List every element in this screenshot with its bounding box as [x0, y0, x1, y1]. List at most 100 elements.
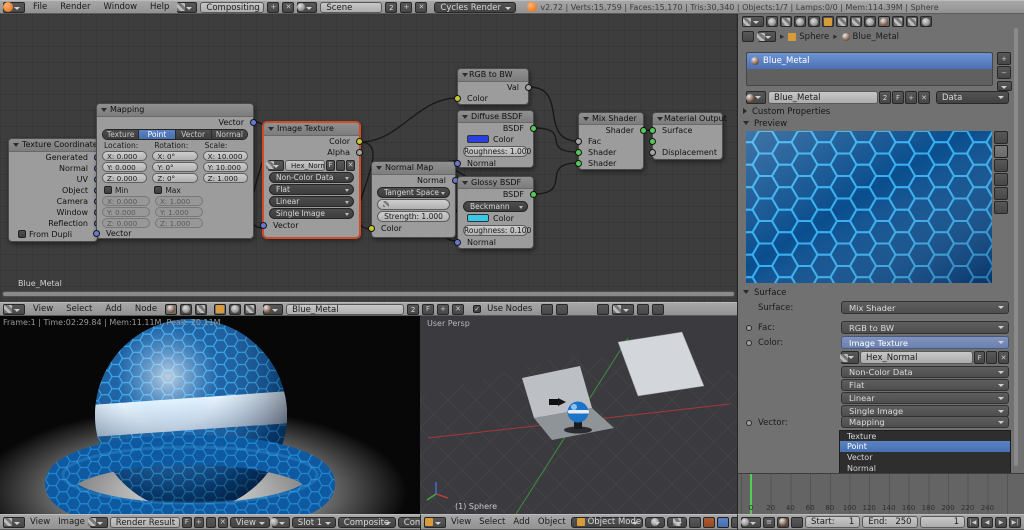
- slot-specials-button[interactable]: [997, 81, 1012, 91]
- snap-mode-button[interactable]: [612, 303, 635, 315]
- manipulator-translate-button[interactable]: [702, 516, 715, 528]
- properties-vscrollbar[interactable]: [1014, 28, 1018, 466]
- source-select[interactable]: Single Image: [269, 208, 354, 219]
- add-slot-button[interactable]: +: [997, 52, 1011, 65]
- socket-fac-in[interactable]: [575, 138, 582, 145]
- socket-val-out[interactable]: [525, 84, 532, 91]
- tab-world-icon[interactable]: [808, 16, 820, 27]
- tab-render-icon[interactable]: [766, 16, 778, 27]
- strength-slider[interactable]: Strength: 1.000: [377, 211, 450, 222]
- uv-map-field[interactable]: [377, 199, 450, 210]
- rotation-z-field[interactable]: Z: 0°: [152, 173, 198, 183]
- tab-data-icon[interactable]: [864, 16, 876, 27]
- image-name-field[interactable]: Hex_Normal: [285, 159, 325, 171]
- diffuse-roughness-slider[interactable]: Roughness: 1.000: [463, 146, 531, 157]
- glossy-roughness-slider[interactable]: Roughness: 0.100: [463, 225, 531, 236]
- pack-image-button[interactable]: [986, 351, 997, 364]
- menu-add[interactable]: Add: [510, 517, 532, 527]
- socket-surface-in[interactable]: [649, 127, 656, 134]
- menu-node[interactable]: Node: [130, 304, 162, 314]
- socket-bsdf-out[interactable]: [530, 191, 537, 198]
- play-button[interactable]: ▶: [995, 516, 1007, 528]
- mode-select[interactable]: Object Mode: [570, 516, 643, 528]
- node-title[interactable]: Material Output: [653, 113, 727, 125]
- material-name-field[interactable]: Blue_Metal: [768, 91, 878, 104]
- min-z-field[interactable]: Z: 0.000: [102, 218, 150, 228]
- preview-monkey-button[interactable]: [994, 173, 1008, 186]
- unlink-image-button[interactable]: ✕: [998, 351, 1009, 364]
- breadcrumb-material[interactable]: Blue_Metal: [841, 32, 899, 42]
- tab-physics-icon[interactable]: [920, 16, 932, 27]
- material-fake-user-button[interactable]: F: [892, 91, 904, 104]
- material-users-count[interactable]: 2: [407, 303, 420, 315]
- render-engine-select[interactable]: Cycles Render: [434, 1, 517, 13]
- slot-select[interactable]: Slot 1: [291, 516, 336, 528]
- copy-nodes-button[interactable]: [637, 303, 650, 315]
- shading-select[interactable]: [644, 516, 665, 528]
- menu-render[interactable]: Render: [55, 2, 95, 12]
- max-y-field[interactable]: Y: 1.000: [155, 207, 203, 217]
- node-editor-hscrollbar[interactable]: [2, 291, 735, 297]
- scale-y-field[interactable]: Y: 10.000: [202, 162, 248, 172]
- socket-color-in[interactable]: [368, 225, 375, 232]
- unlink-image-button[interactable]: ✕: [346, 159, 355, 171]
- socket-normal-in[interactable]: [454, 160, 461, 167]
- projection-select[interactable]: Flat: [269, 184, 354, 195]
- pin-node-tree-button[interactable]: [541, 303, 554, 315]
- socket-color-out[interactable]: [356, 138, 363, 145]
- unlink-image-button[interactable]: ✕: [217, 516, 228, 528]
- surface-shader-select[interactable]: Mix Shader: [841, 301, 1009, 314]
- material-link-select[interactable]: Data: [936, 91, 1009, 104]
- socket-vector-in[interactable]: [93, 230, 100, 237]
- fake-user-button[interactable]: F: [326, 159, 335, 171]
- open-image-button[interactable]: [205, 516, 216, 528]
- socket-bsdf-out[interactable]: [530, 125, 537, 132]
- menu-view[interactable]: View: [28, 304, 58, 314]
- context-path-button[interactable]: [756, 31, 776, 42]
- shader-type-lamp-button[interactable]: [195, 303, 208, 315]
- node-image-texture[interactable]: Image Texture Color Alpha Hex_Normal F ✕…: [260, 122, 363, 238]
- tab-texture-icon[interactable]: [892, 16, 904, 27]
- tab-scene-icon[interactable]: [794, 16, 806, 27]
- vector-input-select[interactable]: Mapping: [841, 416, 1009, 428]
- line-style-button[interactable]: [244, 303, 257, 315]
- vector-option-vector[interactable]: Vector: [839, 452, 1011, 463]
- mapping-type-texture[interactable]: Texture: [103, 130, 140, 139]
- material-name-field[interactable]: Blue_Metal: [286, 303, 405, 315]
- app-menu-button[interactable]: [2, 1, 25, 13]
- diffuse-color-swatch[interactable]: [467, 135, 489, 143]
- node-mapping[interactable]: Mapping Vector Texture Point Vector Norm…: [93, 103, 257, 239]
- node-normal-map[interactable]: Normal Map Normal Tangent Space Strength…: [368, 161, 459, 238]
- parent-node-tree-button[interactable]: [556, 303, 569, 315]
- editor-type-button[interactable]: [742, 16, 764, 27]
- slot-filter-button[interactable]: [214, 303, 227, 315]
- editor-type-button[interactable]: [424, 516, 446, 528]
- menu-window[interactable]: Window: [99, 2, 143, 12]
- vector-option-point[interactable]: Point: [839, 441, 1011, 452]
- socket-shader1-in[interactable]: [575, 149, 582, 156]
- preview-flat-button[interactable]: [994, 131, 1008, 144]
- preview-section-header[interactable]: Preview: [743, 119, 787, 129]
- max-z-field[interactable]: Z: 1.000: [155, 218, 203, 228]
- color-input-select[interactable]: Image Texture: [841, 336, 1009, 349]
- editor-type-button[interactable]: [3, 303, 25, 315]
- pass-select[interactable]: Combined: [397, 516, 420, 528]
- tab-constraints-icon[interactable]: [836, 16, 848, 27]
- socket-shader2-in[interactable]: [575, 160, 582, 167]
- color-space-select[interactable]: Non-Color Data: [841, 366, 1009, 378]
- min-checkbox[interactable]: [104, 186, 112, 194]
- paste-nodes-button[interactable]: [652, 303, 665, 315]
- editor-type-button[interactable]: [3, 516, 25, 528]
- view-mode-select[interactable]: View: [229, 516, 270, 528]
- tab-particles-icon[interactable]: [906, 16, 918, 27]
- min-y-field[interactable]: Y: 0.000: [102, 207, 150, 217]
- socket-volume-in[interactable]: [649, 138, 656, 145]
- scale-z-field[interactable]: Z: 1.000: [202, 173, 248, 183]
- screen-layout-icon[interactable]: [176, 1, 198, 13]
- menu-add[interactable]: Add: [100, 304, 126, 314]
- from-dupli-checkbox[interactable]: [18, 230, 26, 238]
- node-title[interactable]: Glossy BSDF: [458, 177, 533, 189]
- new-image-button[interactable]: +: [193, 516, 204, 528]
- menu-help[interactable]: Help: [145, 2, 174, 12]
- socket-normal-in[interactable]: [454, 239, 461, 246]
